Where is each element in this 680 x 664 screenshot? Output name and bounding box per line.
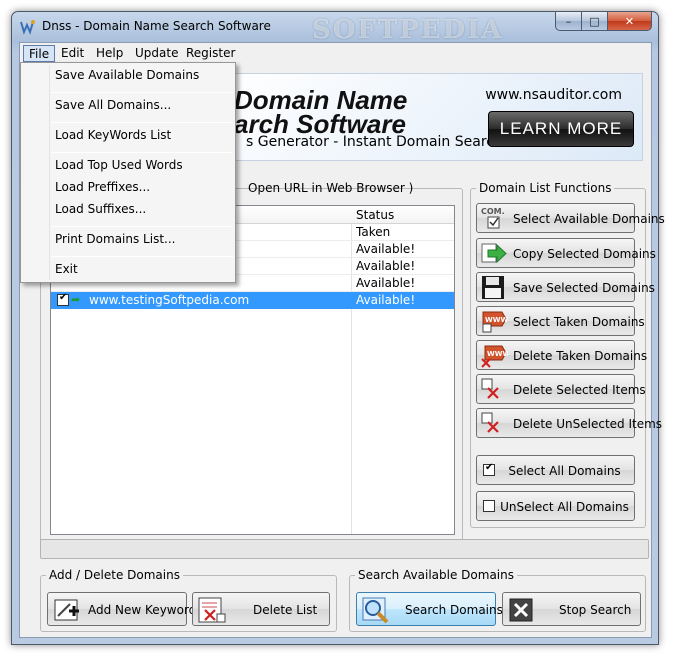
- copy-selected-domains-button[interactable]: Copy Selected Domains: [476, 238, 656, 268]
- button-label: Search Domains: [405, 603, 503, 617]
- delete-taken-domains-button[interactable]: WWW Delete Taken Domains: [476, 340, 648, 370]
- menu-load-keywords-list[interactable]: Load KeyWords List: [55, 128, 171, 142]
- stop-search-button[interactable]: Stop Search: [502, 592, 641, 626]
- window-title: Dnss - Domain Name Search Software: [42, 19, 271, 33]
- add-new-keywords-button[interactable]: Add New Keywords: [47, 592, 203, 626]
- menu-save-all-domains[interactable]: Save All Domains...: [55, 98, 171, 112]
- watermark-text: SOFTPEDIA: [312, 15, 504, 45]
- magnifier-icon: [362, 597, 389, 624]
- delete-selected-items-button[interactable]: Delete Selected Items: [476, 374, 646, 404]
- button-label: Save Selected Domains: [513, 281, 655, 295]
- menu-save-available-domains[interactable]: Save Available Domains: [55, 68, 199, 82]
- delete-list-button[interactable]: Delete List: [192, 592, 330, 626]
- banner-title-line2: arch Software: [234, 109, 406, 139]
- www-delete-icon: WWW: [481, 345, 508, 368]
- search-group-title: Search Available Domains: [355, 568, 517, 582]
- checked-checkbox-icon: [483, 462, 495, 476]
- row-domain: www.testingSoftpedia.com: [89, 293, 250, 307]
- row-status: Available!: [356, 293, 416, 307]
- menu-separator: [51, 226, 233, 227]
- banner-subtitle: s Generator - Instant Domain Search: [246, 134, 503, 150]
- checkbox-x-icon: [481, 412, 499, 433]
- green-arrow-icon: [481, 243, 507, 264]
- button-label: Delete List: [253, 603, 318, 617]
- select-available-domains-button[interactable]: COM. Select Available Domains: [476, 203, 665, 233]
- title-bar[interactable]: Dnss - Domain Name Search Software SOFTP…: [12, 12, 658, 45]
- menu-print-domains-list[interactable]: Print Domains List...: [55, 232, 175, 246]
- menu-update[interactable]: Update: [130, 45, 183, 62]
- status-column-header[interactable]: Status: [356, 208, 394, 222]
- save-selected-domains-button[interactable]: Save Selected Domains: [476, 272, 655, 302]
- www-tag-icon: WWW: [482, 311, 508, 333]
- checkbox-x-icon: [481, 378, 499, 399]
- button-label: Stop Search: [559, 603, 632, 617]
- row-checkbox[interactable]: [57, 292, 69, 306]
- unchecked-checkbox-icon: [483, 500, 495, 512]
- close-icon: ✕: [624, 14, 635, 28]
- menu-separator: [51, 92, 233, 93]
- button-label: Add New Keywords: [88, 603, 203, 617]
- menu-separator: [51, 256, 233, 257]
- select-all-domains-button[interactable]: Select All Domains: [476, 455, 635, 485]
- minimize-button[interactable]: –: [555, 12, 582, 31]
- select-taken-domains-button[interactable]: WWW Select Taken Domains: [476, 306, 645, 336]
- com-checkbox-icon: COM.: [481, 207, 505, 229]
- button-label: Select Available Domains: [513, 212, 665, 226]
- banner-title: Domain Name arch Software: [234, 87, 407, 139]
- row-status: Available!: [356, 259, 416, 273]
- svg-text:WWW: WWW: [487, 350, 508, 358]
- button-label: Select Taken Domains: [513, 315, 645, 329]
- menu-load-suffixes[interactable]: Load Suffixes...: [55, 202, 146, 216]
- menu-separator: [51, 122, 233, 123]
- file-menu-dropdown: Save Available Domains Save All Domains.…: [20, 62, 236, 283]
- close-button[interactable]: ✕: [608, 12, 652, 31]
- banner-url: www.nsauditor.com: [485, 87, 622, 103]
- delete-list-icon: [198, 597, 226, 623]
- button-label: Delete Selected Items: [513, 383, 646, 397]
- button-label: Select All Domains: [508, 464, 621, 478]
- table-row-selected[interactable]: ➦ www.testingSoftpedia.com Available!: [51, 292, 454, 309]
- app-logo-icon: [20, 20, 35, 35]
- svg-text:WWW: WWW: [485, 316, 508, 324]
- menu-file[interactable]: File: [23, 45, 56, 62]
- add-delete-group-title: Add / Delete Domains: [46, 568, 183, 582]
- learn-more-button[interactable]: LEARN MORE: [488, 111, 634, 147]
- menu-bar: File Edit Help Update Register: [20, 43, 651, 63]
- open-url-label: Open URL in Web Browser ): [248, 181, 414, 195]
- row-status: Available!: [356, 276, 416, 290]
- ad-banner[interactable]: Domain Name arch Software s Generator - …: [223, 73, 643, 161]
- floppy-disk-icon: [482, 276, 504, 299]
- row-status: Taken: [356, 225, 391, 239]
- unselect-all-domains-button[interactable]: UnSelect All Domains: [476, 491, 635, 521]
- menu-separator: [51, 152, 233, 153]
- maximize-button[interactable]: □: [582, 12, 608, 31]
- functions-group-title: Domain List Functions: [476, 181, 615, 195]
- button-label: Delete UnSelected Items: [513, 417, 663, 431]
- menu-help[interactable]: Help: [91, 45, 128, 62]
- menu-exit[interactable]: Exit: [55, 262, 78, 276]
- green-arrow-icon: ➦: [71, 293, 81, 306]
- search-domains-button[interactable]: Search Domains: [356, 592, 503, 626]
- button-label: UnSelect All Domains: [500, 500, 629, 514]
- menu-load-prefixes[interactable]: Load Preffixes...: [55, 180, 150, 194]
- menu-edit[interactable]: Edit: [56, 45, 89, 62]
- menu-register[interactable]: Register: [181, 45, 240, 62]
- svg-text:COM.: COM.: [481, 207, 505, 216]
- minimize-icon: –: [565, 14, 572, 28]
- progress-bar: [40, 539, 649, 559]
- add-document-icon: [54, 599, 79, 621]
- maximize-icon: □: [589, 14, 600, 28]
- button-label: Copy Selected Domains: [513, 247, 656, 261]
- stop-x-icon: [509, 598, 533, 622]
- delete-unselected-items-button[interactable]: Delete UnSelected Items: [476, 408, 663, 438]
- button-label: Delete Taken Domains: [513, 349, 648, 363]
- menu-load-top-used-words[interactable]: Load Top Used Words: [55, 158, 183, 172]
- row-status: Available!: [356, 242, 416, 256]
